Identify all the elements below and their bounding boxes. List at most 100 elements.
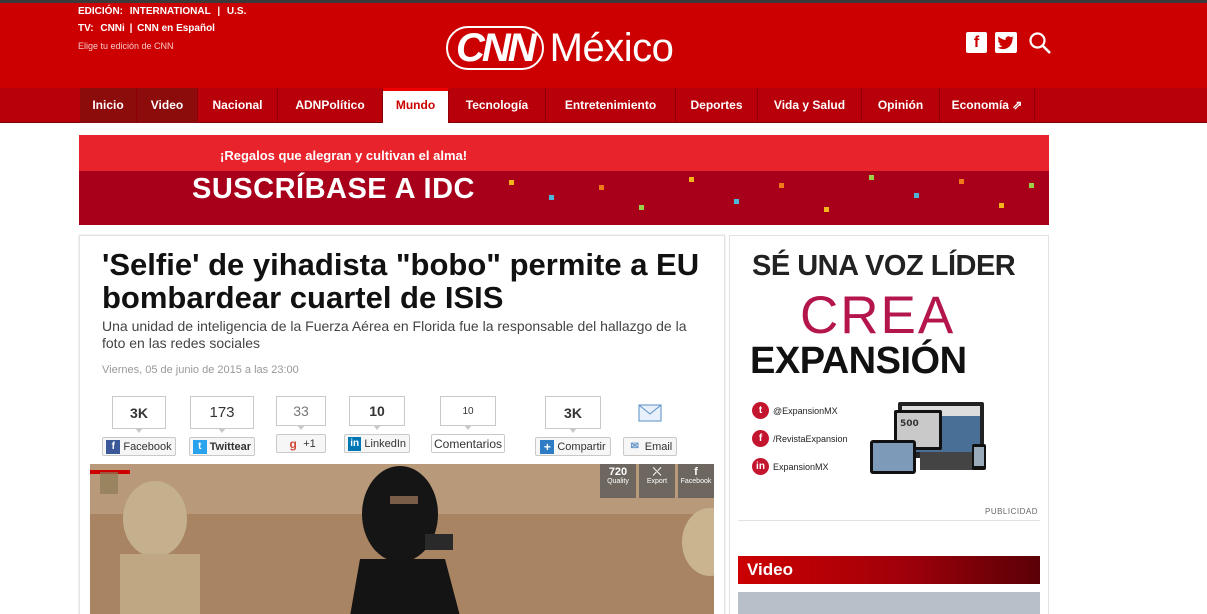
comments-button[interactable]: Comentarios [431, 434, 505, 453]
nav-item-inicio[interactable]: Inicio [80, 88, 137, 123]
search-icon[interactable] [1028, 31, 1052, 55]
quality-label: Quality [607, 478, 629, 485]
edition-label: EDICIÓN: [78, 6, 123, 17]
ad-line-1: SÉ UNA VOZ LÍDER [752, 250, 1016, 282]
facebook-label: Facebook [680, 478, 712, 485]
share-count: 33 [276, 396, 326, 430]
nav-item-video[interactable]: Video [137, 88, 198, 123]
ad-social-linkedin: in ExpansionMX [752, 458, 829, 475]
nav-item-vida-y-salud[interactable]: Vida y Salud [758, 88, 862, 123]
twitter-icon: t [193, 439, 207, 454]
facebook-video-button[interactable]: f Facebook [678, 464, 714, 498]
nav-item-economia[interactable]: Economía ⇗ [940, 88, 1035, 123]
logo-cnn: CNN [446, 26, 544, 70]
promo-banner[interactable]: ¡Regalos que alegran y cultivan el alma!… [79, 135, 1049, 225]
article-date: Viernes, 05 de junio de 2015 a las 23:00 [102, 364, 299, 376]
confetti [914, 193, 919, 198]
share-comments[interactable]: 10 Comentarios [431, 396, 505, 453]
share-compartir[interactable]: 3K + Compartir [535, 396, 611, 456]
tv-label: TV: [78, 23, 94, 34]
ad-line-2: CREA [800, 286, 956, 345]
export-label: Export [646, 478, 668, 485]
nav-item-opinion[interactable]: Opinión [862, 88, 940, 123]
devices-image: 500 [870, 402, 986, 474]
ad-line-3: EXPANSIÓN [750, 340, 967, 382]
facebook-icon: f [752, 430, 769, 447]
google-plus-share-button[interactable]: g +1 [276, 434, 326, 453]
nav-item-adnpolitico[interactable]: ADNPolítico [278, 88, 383, 123]
ad-social-twitter: t @ExpansionMX [752, 402, 838, 419]
ad-social-text: ExpansionMX [773, 461, 829, 472]
confetti [824, 207, 829, 212]
share-facebook[interactable]: 3K f Facebook [102, 396, 176, 456]
cnn-mexico-logo[interactable]: CNN México [446, 25, 674, 71]
svg-text:500: 500 [900, 419, 919, 429]
ad-social-text: /RevistaExpansion [773, 433, 848, 444]
share-email[interactable]: ✉ Email [623, 396, 677, 456]
ad-social-facebook: f/RevistaExpansion [752, 430, 848, 447]
nav-item-mundo[interactable]: Mundo [383, 88, 449, 123]
video-thumbnail[interactable] [738, 592, 1040, 614]
google-plus-icon: g [289, 436, 297, 451]
twitter-share-button[interactable]: t Twittear [189, 437, 255, 456]
share-twitter[interactable]: 173 t Twittear [189, 396, 255, 456]
sidebar: SÉ UNA VOZ LÍDER CREA EXPANSIÓN t @Expans… [729, 235, 1049, 614]
nav-item-entretenimiento[interactable]: Entretenimiento [546, 88, 676, 123]
confetti [734, 199, 739, 204]
edition-us-link[interactable]: U.S. [227, 6, 246, 17]
email-envelope-icon [623, 396, 677, 429]
advertisement-label: PUBLICIDAD [984, 507, 1038, 516]
nav-item-tecnologia[interactable]: Tecnología [449, 88, 546, 123]
share-label: Email [644, 440, 673, 453]
share-count: 10 [440, 396, 496, 430]
quality-button[interactable]: 720 Quality [600, 464, 636, 498]
share-count: 3K [112, 396, 166, 433]
edition-separator: | [217, 6, 221, 17]
email-icon: ✉ [630, 440, 639, 452]
share-count: 3K [545, 396, 601, 433]
confetti [959, 179, 964, 184]
promo-tagline: ¡Regalos que alegran y cultivan el alma! [220, 148, 468, 163]
confetti [549, 195, 554, 200]
share-label: Twittear [209, 440, 251, 453]
ad-social-text: @ExpansionMX [773, 405, 838, 416]
divider [738, 520, 1040, 521]
compartir-button[interactable]: + Compartir [535, 437, 611, 456]
facebook-icon[interactable]: f [966, 32, 987, 53]
article: 'Selfie' de yihadista "bobo" permite a E… [79, 235, 725, 614]
plus-icon: + [540, 439, 555, 454]
nav-item-deportes[interactable]: Deportes [676, 88, 758, 123]
linkedin-icon: in [348, 436, 362, 451]
article-headline: 'Selfie' de yihadista "bobo" permite a E… [102, 247, 700, 315]
share-count: 173 [190, 396, 254, 433]
share-count: 10 [349, 396, 405, 430]
confetti [599, 185, 604, 190]
facebook-icon: f [694, 466, 698, 478]
edition-international-link[interactable]: INTERNATIONAL [130, 6, 211, 17]
share-linkedin[interactable]: 10 in LinkedIn [344, 396, 410, 453]
confetti [999, 203, 1004, 208]
quality-value: 720 [608, 466, 628, 478]
export-button[interactable]: ⤬ Export [639, 464, 675, 498]
video-section-header[interactable]: Video [738, 556, 1040, 584]
main-navigation: Inicio Video Nacional ADNPolítico Mundo … [0, 88, 1207, 123]
video-controls: 720 Quality ⤬ Export f Facebook [597, 464, 714, 498]
tv-cnni-link[interactable]: CNNi [100, 23, 124, 34]
linkedin-share-button[interactable]: in LinkedIn [344, 434, 410, 453]
edition-row: EDICIÓN: INTERNATIONAL | U.S. [78, 6, 246, 17]
tv-row: TV: CNNi | CNN en Español [78, 23, 215, 34]
share-google-plus[interactable]: 33 g +1 [276, 396, 326, 453]
choose-edition-link[interactable]: Elige tu edición de CNN [78, 41, 174, 51]
expansion-advertisement[interactable]: SÉ UNA VOZ LÍDER CREA EXPANSIÓN t @Expans… [750, 248, 1030, 518]
tv-cnn-espanol-link[interactable]: CNN en Español [137, 23, 215, 34]
facebook-share-button[interactable]: f Facebook [102, 437, 176, 456]
email-share-button[interactable]: ✉ Email [623, 437, 677, 456]
share-label: LinkedIn [364, 437, 406, 450]
article-video-player[interactable]: 720 Quality ⤬ Export f Facebook [90, 464, 714, 614]
article-summary: Una unidad de inteligencia de la Fuerza … [102, 318, 687, 351]
share-label: Facebook [123, 440, 172, 453]
tv-separator: | [129, 23, 133, 34]
share-label: +1 [303, 437, 316, 450]
nav-item-nacional[interactable]: Nacional [198, 88, 278, 123]
twitter-icon[interactable] [995, 32, 1017, 53]
